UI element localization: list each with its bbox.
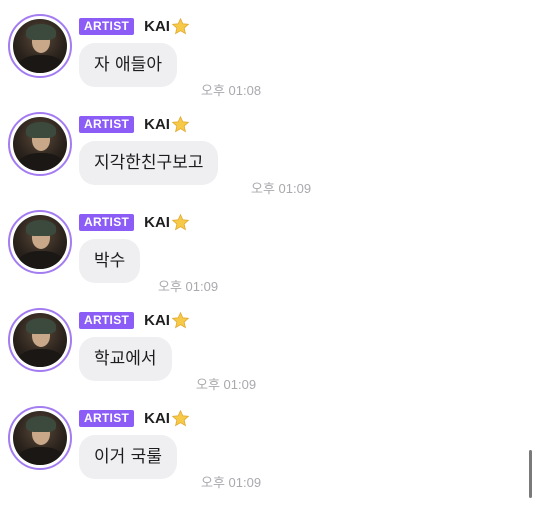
message-time: 오후 01:08 — [201, 83, 262, 98]
avatar[interactable] — [8, 14, 72, 78]
author-name[interactable]: KAI — [144, 312, 170, 329]
message-time: 오후 01:09 — [158, 279, 219, 294]
author-row: ARTIST KAI — [79, 115, 190, 133]
chat-message: ARTIST KAI 학교에서 오후 01:09 — [0, 294, 540, 392]
chat-message: ARTIST KAI 이거 국룰 오후 01:09 — [0, 392, 540, 490]
artist-badge: ARTIST — [79, 115, 135, 133]
chat-message: ARTIST KAI 자 애들아 오후 01:08 — [0, 0, 540, 98]
avatar[interactable] — [8, 406, 72, 470]
message-time: 오후 01:09 — [196, 377, 257, 392]
profile-photo — [13, 411, 67, 465]
author-row: ARTIST KAI — [79, 17, 190, 35]
star-icon — [171, 409, 190, 426]
star-icon — [171, 17, 190, 34]
author-row: ARTIST KAI — [79, 409, 190, 427]
artist-badge: ARTIST — [79, 311, 135, 329]
avatar[interactable] — [8, 112, 72, 176]
author-row: ARTIST KAI — [79, 213, 190, 231]
profile-photo — [13, 117, 67, 171]
message-bubble[interactable]: 이거 국룰 — [79, 435, 177, 479]
author-name[interactable]: KAI — [144, 214, 170, 231]
chat-message: ARTIST KAI 지각한친구보고 오후 01:09 — [0, 98, 540, 196]
message-bubble[interactable]: 자 애들아 — [79, 43, 177, 87]
avatar[interactable] — [8, 308, 72, 372]
artist-badge: ARTIST — [79, 213, 135, 231]
star-icon — [171, 311, 190, 328]
profile-photo — [13, 215, 67, 269]
chat-thread: ARTIST KAI 자 애들아 오후 01:08 ARTIST KAI 지각한… — [0, 0, 540, 507]
profile-photo — [13, 19, 67, 73]
artist-badge: ARTIST — [79, 17, 135, 35]
author-name[interactable]: KAI — [144, 18, 170, 35]
artist-badge: ARTIST — [79, 409, 135, 427]
message-time: 오후 01:09 — [251, 181, 312, 196]
chat-message: ARTIST KAI 박수 오후 01:09 — [0, 196, 540, 294]
message-bubble[interactable]: 학교에서 — [79, 337, 172, 381]
author-row: ARTIST KAI — [79, 311, 190, 329]
author-name[interactable]: KAI — [144, 410, 170, 427]
profile-photo — [13, 313, 67, 367]
message-time: 오후 01:09 — [201, 475, 262, 490]
star-icon — [171, 213, 190, 230]
scrollbar[interactable] — [529, 450, 532, 498]
star-icon — [171, 115, 190, 132]
avatar[interactable] — [8, 210, 72, 274]
message-bubble[interactable]: 박수 — [79, 239, 141, 283]
message-bubble[interactable]: 지각한친구보고 — [79, 141, 219, 185]
author-name[interactable]: KAI — [144, 116, 170, 133]
